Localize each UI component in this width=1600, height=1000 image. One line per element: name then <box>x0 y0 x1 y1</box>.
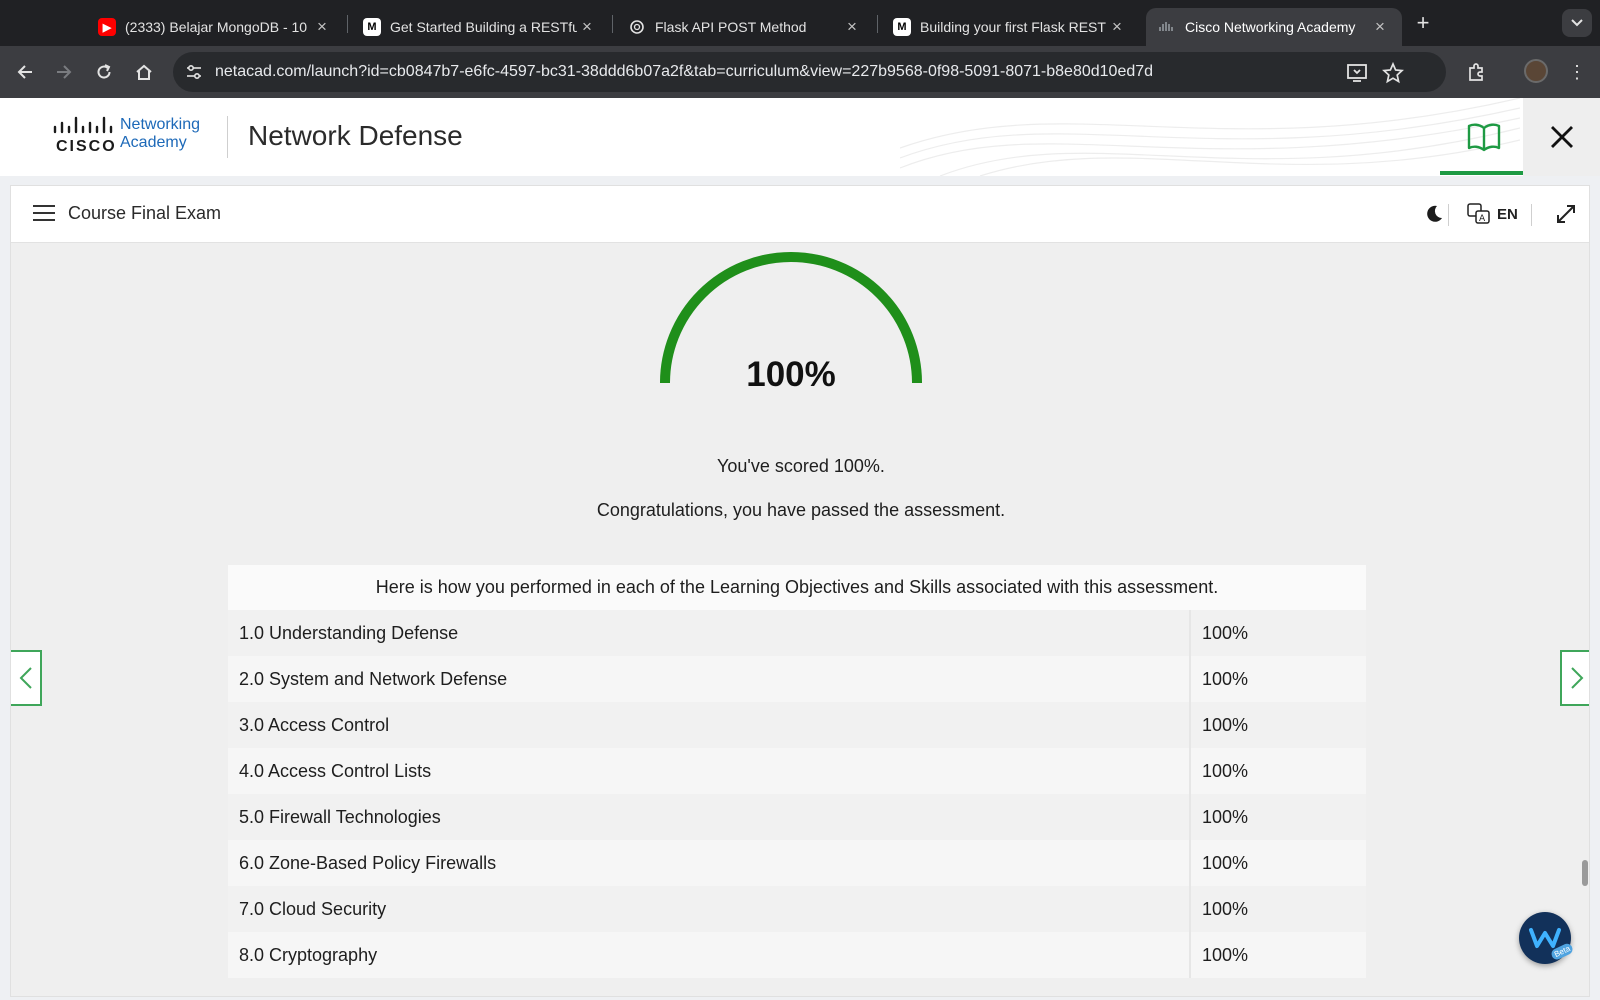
dark-mode-moon-icon[interactable] <box>1423 203 1445 225</box>
performance-row: 4.0 Access Control Lists 100% <box>228 748 1366 794</box>
translate-icon: A <box>1467 203 1490 224</box>
performance-rows: 1.0 Understanding Defense 100% 2.0 System … <box>228 610 1366 978</box>
course-header: cisco Networking Academy Network Defense <box>0 98 1600 176</box>
svg-text:A: A <box>1479 214 1486 224</box>
page-content: cisco Networking Academy Network Defense… <box>0 98 1600 1000</box>
course-title: Network Defense <box>248 120 463 151</box>
browser-tab-flask-rest[interactable]: M Building your first Flask REST × <box>881 8 1139 46</box>
youtube-icon: ▶ <box>98 18 116 36</box>
address-bar[interactable]: netacad.com/launch?id=cb0847b7-e6fc-4597… <box>173 52 1446 92</box>
result-scroll-area[interactable]: 100% You've scored 100%. Congratulations… <box>11 243 1589 996</box>
objective-score: 100% <box>1189 702 1366 748</box>
language-label: EN <box>1497 205 1518 223</box>
performance-row: 8.0 Cryptography 100% <box>228 932 1366 978</box>
objective-score: 100% <box>1189 748 1366 794</box>
browser-tab-cisco[interactable]: Cisco Networking Academy × <box>1146 8 1402 46</box>
objective-score: 100% <box>1189 886 1366 932</box>
performance-table-heading: Here is how you performed in each of the… <box>228 565 1366 610</box>
extensions-icon[interactable] <box>1463 59 1489 85</box>
score-percentage: 100% <box>746 355 836 394</box>
score-message: You've scored 100%. <box>717 456 885 476</box>
header-divider <box>227 116 228 158</box>
browser-tab-flask-post[interactable]: Flask API POST Method × <box>616 8 874 46</box>
tab-separator <box>877 15 878 33</box>
close-icon <box>1550 126 1573 148</box>
course-resources-button[interactable] <box>1440 98 1528 176</box>
chevron-right-icon <box>1570 667 1583 689</box>
reload-icon[interactable] <box>91 59 117 85</box>
chat-assistant-button[interactable]: Beta <box>1519 912 1575 964</box>
cisco-networking-academy-logo[interactable]: cisco Networking Academy <box>50 114 210 158</box>
objective-name: 7.0 Cloud Security <box>239 898 387 919</box>
tab-separator <box>347 15 348 33</box>
objective-name: 2.0 System and Network Defense <box>239 668 508 689</box>
fullscreen-expand-icon[interactable] <box>1555 203 1577 225</box>
chevron-left-icon <box>19 667 32 689</box>
forward-arrow-icon[interactable] <box>51 59 77 85</box>
performance-row: 6.0 Zone-Based Policy Firewalls 100% <box>228 840 1366 886</box>
module-bar: Course Final Exam A EN <box>11 186 1589 243</box>
module-title: Course Final Exam <box>68 203 222 223</box>
objective-name: 3.0 Access Control <box>239 714 390 735</box>
objective-name: 5.0 Firewall Technologies <box>239 806 441 827</box>
objective-name: 8.0 Cryptography <box>239 944 378 965</box>
objective-name: 4.0 Access Control Lists <box>239 760 432 781</box>
product-name: Networking Academy <box>120 116 201 151</box>
next-page-button[interactable] <box>1560 650 1589 706</box>
objective-score: 100% <box>1189 794 1366 840</box>
pass-message: Congratulations, you have passed the ass… <box>596 500 1006 520</box>
tab-separator <box>612 15 613 33</box>
cisco-wordmark: cisco <box>56 138 117 155</box>
new-tab-button[interactable]: + <box>1410 10 1436 36</box>
performance-row: 7.0 Cloud Security 100% <box>228 886 1366 932</box>
objective-score: 100% <box>1189 610 1366 656</box>
close-tab-icon[interactable]: × <box>1107 17 1127 37</box>
objective-score: 100% <box>1189 932 1366 978</box>
close-tab-icon[interactable]: × <box>1370 17 1390 37</box>
close-tab-icon[interactable]: × <box>577 17 597 37</box>
menu-hamburger-icon[interactable] <box>33 205 55 223</box>
cisco-icon <box>1158 18 1176 36</box>
browser-tab-bar: ▶ (2333) Belajar MongoDB - 10 × M Get St… <box>0 0 1600 46</box>
browser-tab-restful[interactable]: M Get Started Building a RESTful × <box>351 8 609 46</box>
tab-search-chevron-icon[interactable] <box>1562 9 1592 37</box>
close-course-button[interactable] <box>1523 98 1600 176</box>
exam-result-panel: Course Final Exam A EN 100% You've score… <box>10 185 1590 997</box>
browser-tab-mongodb[interactable]: ▶ (2333) Belajar MongoDB - 10 × <box>86 8 344 46</box>
module-bar-divider <box>1448 204 1449 226</box>
url-text[interactable]: netacad.com/launch?id=cb0847b7-e6fc-4597… <box>215 63 1153 81</box>
home-icon[interactable] <box>131 59 157 85</box>
site-settings-icon[interactable] <box>185 63 203 81</box>
performance-row: 5.0 Firewall Technologies 100% <box>228 794 1366 840</box>
open-book-icon <box>1467 123 1501 152</box>
objective-name: 1.0 Understanding Defense <box>239 622 459 643</box>
close-tab-icon[interactable]: × <box>312 17 332 37</box>
objective-name: 6.0 Zone-Based Policy Firewalls <box>239 852 497 873</box>
performance-table: Here is how you performed in each of the… <box>228 565 1366 978</box>
back-arrow-icon[interactable] <box>12 59 38 85</box>
performance-row: 3.0 Access Control 100% <box>228 702 1366 748</box>
close-tab-icon[interactable]: × <box>842 17 862 37</box>
browser-menu-icon[interactable]: ⋮ <box>1568 58 1586 86</box>
openai-icon <box>628 18 646 36</box>
module-bar-divider <box>1531 204 1532 226</box>
browser-toolbar: netacad.com/launch?id=cb0847b7-e6fc-4597… <box>0 46 1600 98</box>
bookmark-star-icon[interactable] <box>1382 61 1404 84</box>
performance-row: 2.0 System and Network Defense 100% <box>228 656 1366 702</box>
medium-icon: M <box>363 18 381 36</box>
scrollbar-thumb[interactable] <box>1582 860 1588 886</box>
active-tab-indicator <box>1440 171 1528 175</box>
header-background-pattern <box>900 98 1520 176</box>
medium-icon: M <box>893 18 911 36</box>
language-selector[interactable]: A EN <box>1467 202 1518 226</box>
cisco-bridge-icon <box>53 116 113 134</box>
install-app-icon[interactable] <box>1346 62 1368 84</box>
performance-row: 1.0 Understanding Defense 100% <box>228 610 1366 656</box>
objective-score: 100% <box>1189 840 1366 886</box>
objective-score: 100% <box>1189 656 1366 702</box>
previous-page-button[interactable] <box>11 650 42 706</box>
profile-avatar[interactable] <box>1524 59 1548 83</box>
